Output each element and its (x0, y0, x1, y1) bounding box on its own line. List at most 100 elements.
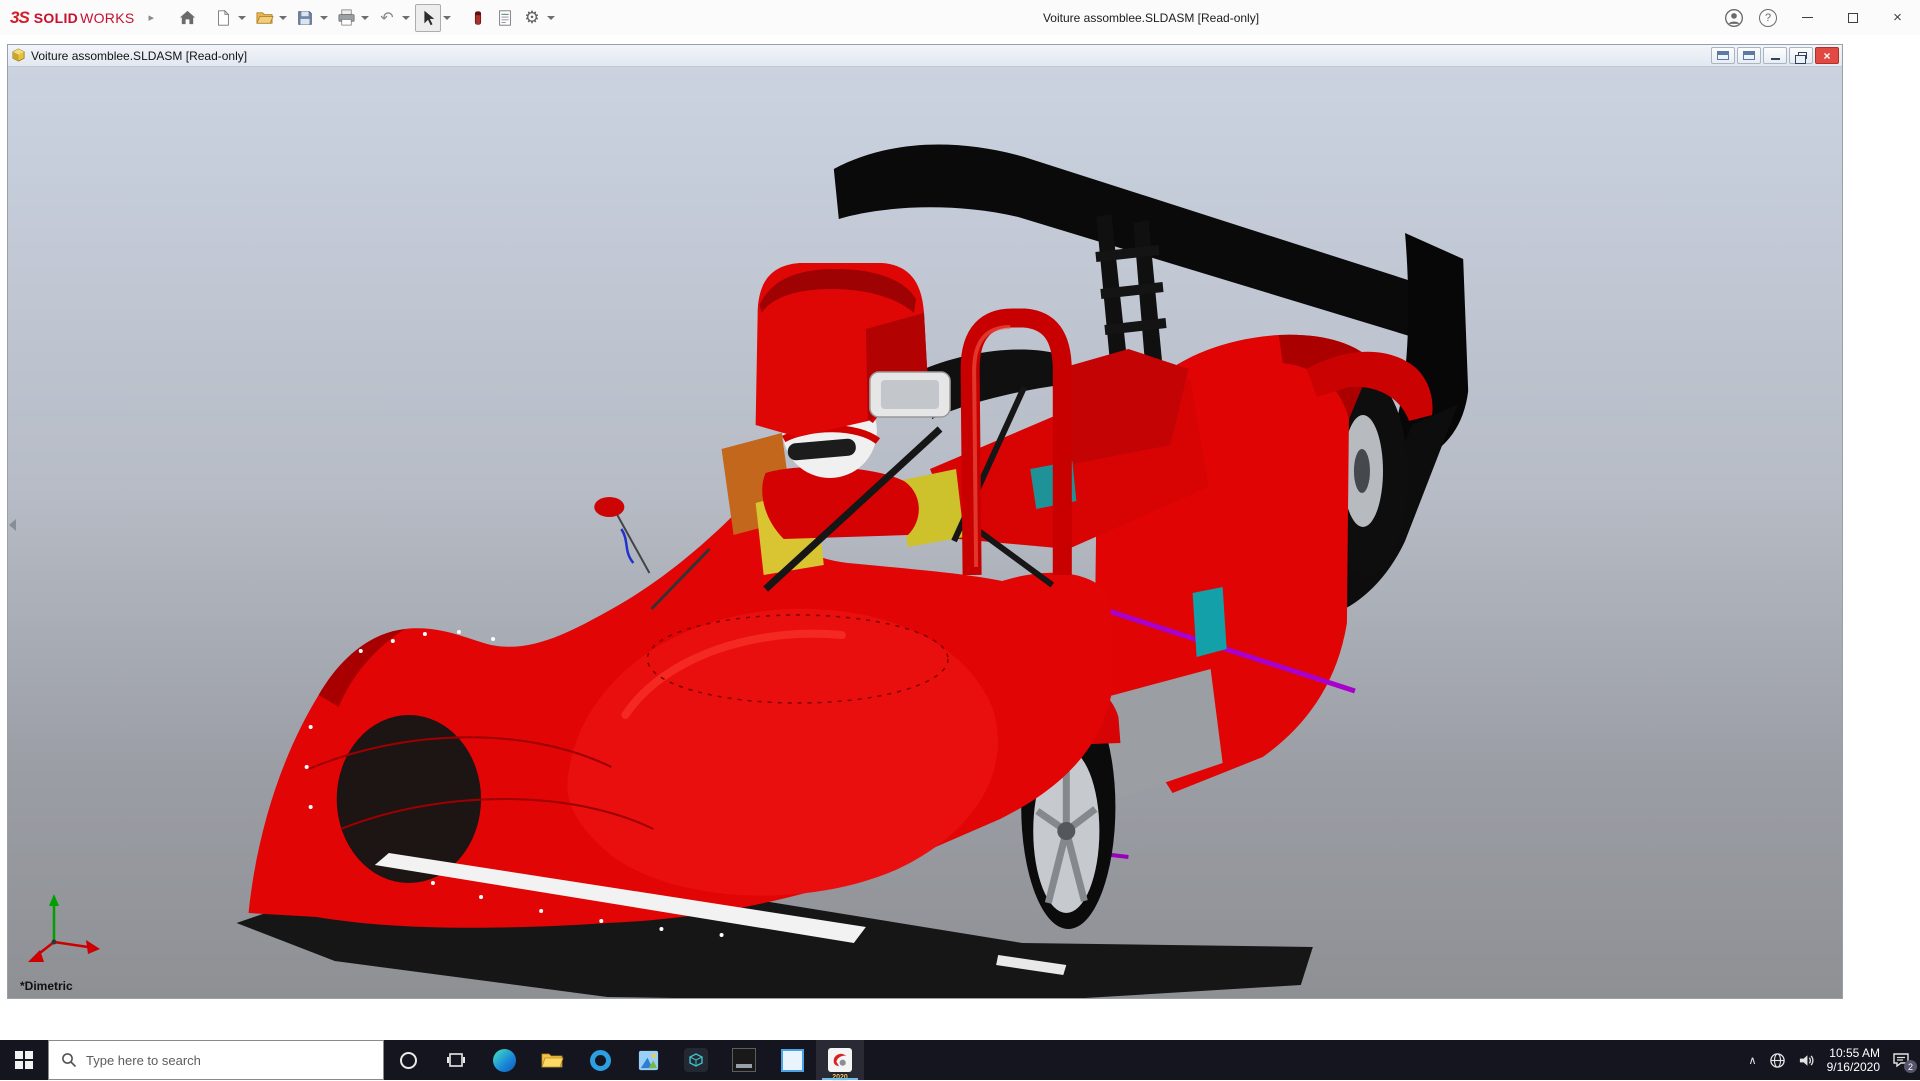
minimize-icon (1802, 17, 1813, 18)
undo-icon: ↶ (380, 8, 393, 28)
document-window: Voiture assomblee.SLDASM [Read-only] × (7, 44, 1843, 999)
minimize-button[interactable] (1785, 0, 1830, 35)
graphics-viewport[interactable]: *Dimetric (8, 67, 1842, 998)
viewport-layout-icon (1717, 51, 1729, 60)
view-orientation-label: *Dimetric (20, 979, 73, 993)
system-tray: ∧ 10:55 AM 9/16/2020 2 (1749, 1040, 1920, 1080)
new-document-icon (214, 9, 232, 27)
side-intake-teal (1193, 587, 1227, 657)
file-explorer-taskbar-icon[interactable] (528, 1040, 576, 1080)
select-tool-button[interactable] (415, 4, 441, 32)
document-title: Voiture assomblee.SLDASM [Read-only] (31, 49, 247, 63)
task-view-button[interactable] (432, 1040, 480, 1080)
edge-icon (493, 1049, 516, 1072)
windows-logo-icon (15, 1051, 33, 1069)
home-icon (178, 8, 197, 27)
save-dropdown[interactable] (320, 16, 328, 20)
save-button[interactable] (292, 4, 318, 32)
doc-minimize-icon (1771, 58, 1780, 60)
clock-date: 9/16/2020 (1827, 1060, 1880, 1074)
windows-taskbar: 2020 ∧ 10:55 AM 9/16/2020 2 (0, 1040, 1920, 1080)
taskbar-search[interactable] (48, 1040, 384, 1080)
network-icon[interactable] (1769, 1052, 1786, 1069)
action-center-button[interactable]: 2 (1892, 1051, 1910, 1069)
report-document-icon (496, 9, 514, 27)
select-arrow-icon (419, 9, 437, 27)
terminal-taskbar-icon[interactable] (720, 1040, 768, 1080)
open-folder-icon (255, 8, 274, 27)
undo-button[interactable]: ↶ (374, 4, 400, 32)
car-3d-render (8, 67, 1842, 998)
clock-time: 10:55 AM (1827, 1046, 1880, 1060)
task-view-icon (446, 1050, 466, 1070)
app-window-title: Voiture assomblee.SLDASM [Read-only] (1043, 0, 1259, 35)
edrawings-taskbar-icon[interactable] (672, 1040, 720, 1080)
maximize-button[interactable] (1830, 0, 1875, 35)
photos-icon (637, 1049, 660, 1072)
solidworks-logo: 3S SOLID WORKS (10, 8, 134, 28)
main-bodywork (249, 505, 1113, 975)
edrawings-icon (684, 1048, 708, 1072)
app-title-bar: 3S SOLID WORKS ▸ ↶ (0, 0, 1920, 35)
cortana-button[interactable] (384, 1040, 432, 1080)
orientation-triad (22, 892, 106, 972)
home-button[interactable] (174, 4, 200, 32)
search-input[interactable] (86, 1053, 336, 1068)
doc-minimize-button[interactable] (1763, 47, 1787, 64)
assembly-document-icon (11, 48, 26, 63)
media-icon (781, 1049, 804, 1072)
start-button[interactable] (0, 1040, 48, 1080)
document-window-controls: × (1711, 47, 1839, 64)
new-document-dropdown[interactable] (238, 16, 246, 20)
options-button[interactable]: ⚙ (519, 4, 545, 32)
open-dropdown[interactable] (279, 16, 287, 20)
viewport-layout-icon (1743, 51, 1755, 60)
gear-icon: ⚙ (524, 8, 539, 28)
file-explorer-icon (540, 1048, 564, 1072)
xpress-tool-icon (469, 9, 487, 27)
menu-expand-arrow-icon[interactable]: ▸ (148, 11, 154, 24)
cortana-icon (400, 1052, 417, 1069)
solidworks-app-icon (828, 1048, 852, 1072)
viewport-layout-button-1[interactable] (1711, 47, 1735, 64)
user-avatar-icon (1724, 8, 1744, 28)
options-dropdown[interactable] (547, 16, 555, 20)
viewport-layout-button-2[interactable] (1737, 47, 1761, 64)
print-icon (337, 8, 356, 27)
document-title-bar[interactable]: Voiture assomblee.SLDASM [Read-only] × (8, 45, 1842, 67)
xpress-tools-button[interactable] (465, 4, 491, 32)
solidworks-taskbar-icon[interactable]: 2020 (816, 1040, 864, 1080)
open-button[interactable] (251, 4, 277, 32)
quick-access-toolbar: ↶ ⚙ (174, 4, 559, 32)
terminal-icon (732, 1048, 756, 1072)
doc-close-icon: × (1823, 49, 1830, 63)
media-taskbar-icon[interactable] (768, 1040, 816, 1080)
print-button[interactable] (333, 4, 359, 32)
edge-taskbar-icon[interactable] (480, 1040, 528, 1080)
save-icon (296, 9, 314, 27)
help-button[interactable]: ? (1759, 9, 1777, 27)
maximize-icon (1848, 13, 1858, 23)
close-button[interactable]: × (1875, 0, 1920, 35)
brand-mark: 3S (10, 8, 29, 28)
doc-close-button[interactable]: × (1815, 47, 1839, 64)
panel-collapse-arrow-icon[interactable] (9, 519, 16, 531)
new-document-button[interactable] (210, 4, 236, 32)
tray-expand-button[interactable]: ∧ (1749, 1054, 1757, 1067)
select-tool-dropdown[interactable] (443, 16, 451, 20)
mdi-area: Voiture assomblee.SLDASM [Read-only] × (0, 35, 1920, 1040)
search-icon (61, 1052, 77, 1068)
app-window-controls: ? × (1717, 0, 1920, 35)
doc-restore-icon (1798, 52, 1807, 59)
print-dropdown[interactable] (361, 16, 369, 20)
volume-icon[interactable] (1798, 1052, 1815, 1069)
clock[interactable]: 10:55 AM 9/16/2020 (1827, 1046, 1880, 1074)
doc-restore-button[interactable] (1789, 47, 1813, 64)
undo-dropdown[interactable] (402, 16, 410, 20)
browser-taskbar-icon[interactable] (576, 1040, 624, 1080)
browser-ring-icon (590, 1050, 611, 1071)
help-icon: ? (1765, 12, 1771, 24)
task-pane-button[interactable] (492, 4, 518, 32)
photos-taskbar-icon[interactable] (624, 1040, 672, 1080)
account-button[interactable] (1717, 8, 1751, 28)
